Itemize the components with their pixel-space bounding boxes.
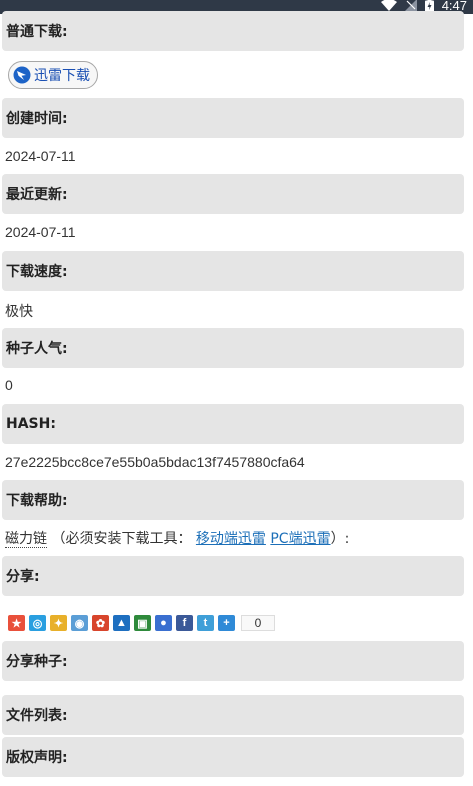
download-help-line: 磁力链 （必须安装下载工具： 移动端迅雷 PC端迅雷）: xyxy=(5,528,349,548)
kaixin-icon[interactable]: ▲ xyxy=(113,615,130,631)
battery-icon xyxy=(424,0,434,12)
share-count: 0 xyxy=(241,615,275,631)
magnet-link[interactable]: 磁力链 xyxy=(5,531,47,548)
section-copyright: 版权声明: xyxy=(2,737,464,777)
section-normal-download: 普通下载: xyxy=(2,11,464,51)
qq-icon[interactable]: ◎ xyxy=(29,615,46,631)
section-speed: 下载速度: xyxy=(2,251,464,291)
thunder-download-label: 迅雷下载 xyxy=(34,68,90,84)
share-icons-row: ★ ◎ ✦ ◉ ✿ ▲ ▣ ● f t + 0 xyxy=(8,615,275,631)
section-label: 分享: xyxy=(6,569,40,585)
section-created: 创建时间: xyxy=(2,98,464,138)
section-label: 种子人气: xyxy=(6,341,68,357)
section-label: 版权声明: xyxy=(6,750,68,766)
help-note: （必须安装下载工具： xyxy=(51,531,192,547)
section-popularity: 种子人气: xyxy=(2,328,464,368)
speed-value: 极快 xyxy=(5,303,33,319)
twitter-icon[interactable]: t xyxy=(197,615,214,631)
more-share-icon[interactable]: + xyxy=(218,615,235,631)
douban-icon[interactable]: ▣ xyxy=(134,615,151,631)
section-share-torrent: 分享种子: xyxy=(2,641,464,681)
section-hash: HASH: xyxy=(2,404,464,444)
section-file-list: 文件列表: xyxy=(2,695,464,735)
section-label: 普通下载: xyxy=(6,24,68,40)
created-value: 2024-07-11 xyxy=(5,148,76,164)
mobile-thunder-link[interactable]: 移动端迅雷 xyxy=(196,531,266,547)
no-signal-icon xyxy=(404,0,417,11)
section-share: 分享: xyxy=(2,556,464,596)
thunder-download-button[interactable]: 迅雷下载 xyxy=(8,61,98,89)
section-label: 下载帮助: xyxy=(6,493,68,509)
hash-value: 27e2225bcc8ce7e55b0a5bdac13f7457880cfa64 xyxy=(5,454,305,470)
updated-value: 2024-07-11 xyxy=(5,224,76,240)
section-label: 创建时间: xyxy=(6,111,68,127)
section-help: 下载帮助: xyxy=(2,480,464,520)
section-label: 分享种子: xyxy=(6,654,68,670)
qzone-icon[interactable]: ★ xyxy=(8,615,25,631)
weibo-icon[interactable]: ✦ xyxy=(50,615,67,631)
tencent-weibo-icon[interactable]: ◉ xyxy=(71,615,88,631)
popularity-value: 0 xyxy=(5,377,13,393)
section-label: HASH: xyxy=(6,416,56,432)
section-label: 最近更新: xyxy=(6,187,68,203)
section-updated: 最近更新: xyxy=(2,174,464,214)
help-close: ）: xyxy=(330,531,350,547)
renren-icon[interactable]: ✿ xyxy=(92,615,109,631)
section-label: 文件列表: xyxy=(6,708,68,724)
thunder-logo-icon xyxy=(13,66,31,84)
baidu-icon[interactable]: ● xyxy=(155,615,172,631)
wifi-icon xyxy=(380,0,397,11)
section-label: 下载速度: xyxy=(6,264,68,280)
pc-thunder-link[interactable]: PC端迅雷 xyxy=(270,531,330,547)
facebook-icon[interactable]: f xyxy=(176,615,193,631)
